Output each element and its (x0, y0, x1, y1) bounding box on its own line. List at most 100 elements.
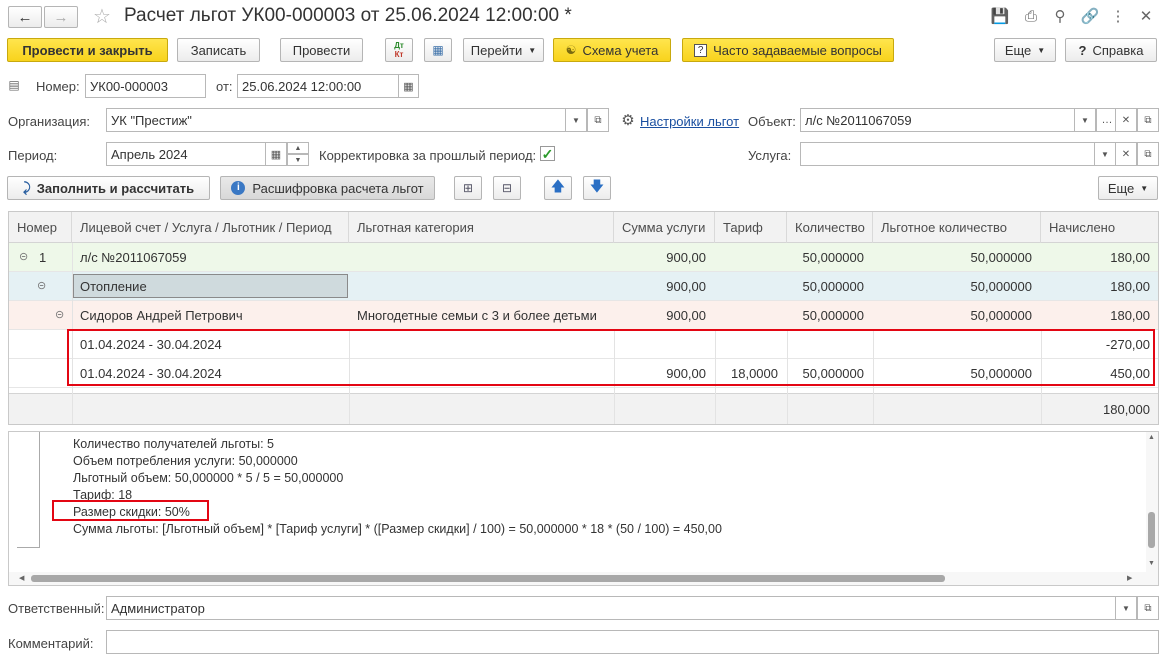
row-category: Многодетные семьи с 3 и более детьми (357, 308, 597, 323)
faq-label: Часто задаваемые вопросы (713, 42, 882, 58)
period-field[interactable]: Апрель 2024 (106, 142, 266, 166)
service-clear-button[interactable]: ✕ (1115, 142, 1137, 166)
col-accrued[interactable]: Начислено (1041, 212, 1158, 243)
col-number[interactable]: Номер (9, 212, 72, 243)
scroll-left-icon[interactable]: ◀ (19, 574, 24, 582)
arrow-left-icon: ← (17, 8, 33, 26)
object-dropdown-button[interactable]: ▼ (1074, 108, 1096, 132)
scroll-down-icon[interactable]: ▼ (1148, 560, 1155, 567)
object-clear-button[interactable]: ✕ (1115, 108, 1137, 132)
period-up-button[interactable]: ▲ (287, 142, 309, 154)
scheme-button[interactable]: ☯ Схема учета (553, 38, 671, 62)
tree-collapse-icon[interactable]: ⊝ (55, 301, 64, 330)
fill-calculate-button[interactable]: ⤸ Заполнить и рассчитать (7, 176, 210, 200)
scroll-right-icon[interactable]: ▶ (1127, 574, 1132, 582)
table-header: Номер Лицевой счет / Услуга / Льготник /… (9, 212, 1158, 243)
col-category[interactable]: Льготная категория (349, 212, 614, 243)
col-account[interactable]: Лицевой счет / Услуга / Льготник / Перио… (72, 212, 349, 243)
chevron-down-icon: ▼ (572, 115, 580, 125)
arrow-down-icon: 🡇 (589, 178, 605, 194)
expand-icon: ⊞ (462, 181, 474, 195)
star-icon[interactable]: ☆ (90, 4, 114, 28)
chevron-down-icon: ▼ (1081, 115, 1089, 125)
help-icon: ? (1078, 42, 1087, 58)
horizontal-scrollbar[interactable]: ◀ ▶ (9, 572, 1158, 585)
caret-up-icon: ▲ (294, 144, 302, 152)
search-icon[interactable]: ⚲ (1050, 6, 1070, 26)
tree-guide (17, 547, 40, 548)
number-label: Номер: (36, 79, 80, 94)
period-calendar-button[interactable]: ▦ (265, 142, 287, 166)
link-icon[interactable]: 🔗 (1080, 6, 1100, 26)
correction-checkbox[interactable]: ✓ (540, 146, 555, 161)
gear-icon[interactable]: ⚙ (619, 111, 637, 129)
date-field[interactable]: 25.06.2024 12:00:00 (237, 74, 399, 98)
date-calendar-button[interactable]: ▦ (398, 74, 419, 98)
decode-label: Расшифровка расчета льгот (252, 180, 424, 196)
table-total: 180,000 (1103, 402, 1150, 417)
window-title: Расчет льгот УК00-000003 от 25.06.2024 1… (124, 5, 572, 26)
service-field[interactable] (800, 142, 1095, 166)
row-name: Сидоров Андрей Петрович (80, 308, 243, 323)
structure-button[interactable]: ▦ (424, 38, 452, 62)
dtkt-button[interactable]: Дт Кт (385, 38, 413, 62)
row-name: Отопление (80, 279, 147, 294)
back-button[interactable]: ← (8, 6, 42, 28)
comment-label: Комментарий: (8, 636, 94, 651)
print-icon[interactable]: ⎙ (1021, 6, 1041, 26)
benefits-table[interactable]: Номер Лицевой счет / Услуга / Льготник /… (8, 211, 1159, 425)
info-icon: i (231, 181, 246, 195)
col-tariff[interactable]: Тариф (715, 212, 787, 243)
caret-down-icon: ▼ (294, 156, 302, 164)
table-more-button[interactable]: Еще ▼ (1098, 176, 1158, 200)
faq-button[interactable]: ? Часто задаваемые вопросы (682, 38, 894, 62)
help-button[interactable]: ? Справка (1065, 38, 1157, 62)
close-icon[interactable]: ✕ (1136, 6, 1156, 26)
object-open-button[interactable]: ⧉ (1137, 108, 1159, 132)
forward-button[interactable]: → (44, 6, 78, 28)
save-button[interactable]: Записать (177, 38, 260, 62)
table-row[interactable]: ⊝ Сидоров Андрей Петрович Многодетные се… (9, 301, 1158, 330)
org-dropdown-button[interactable]: ▼ (565, 108, 587, 132)
responsible-field[interactable]: Администратор (106, 596, 1118, 620)
settings-link[interactable]: Настройки льгот (640, 114, 739, 129)
comment-field[interactable] (106, 630, 1159, 654)
row-accrued: 180,00 (1110, 250, 1150, 265)
tree-guide (39, 432, 40, 547)
table-row[interactable]: ⊝ 1 л/с №2011067059 900,00 50,000000 50,… (9, 243, 1158, 272)
decode-button[interactable]: i Расшифровка расчета льгот (220, 176, 435, 200)
responsible-open-button[interactable]: ⧉ (1137, 596, 1159, 620)
table-row[interactable]: ⊝ Отопление 900,00 50,000000 50,000000 1… (9, 272, 1158, 301)
goto-button[interactable]: Перейти ▼ (463, 38, 544, 62)
tree-collapse-icon[interactable]: ⊝ (19, 243, 28, 272)
vertical-scroll-thumb[interactable] (1148, 512, 1155, 548)
post-button[interactable]: Провести (280, 38, 363, 62)
horizontal-scroll-thumb[interactable] (31, 575, 945, 582)
save-icon[interactable]: 💾 (990, 6, 1010, 26)
row-quantity: 50,000000 (802, 279, 864, 294)
collapse-all-button[interactable]: ⊟ (493, 176, 521, 200)
org-field[interactable]: УК "Престиж" (106, 108, 566, 132)
more-button[interactable]: Еще ▼ (994, 38, 1056, 62)
move-down-button[interactable]: 🡇 (583, 176, 611, 200)
tree-collapse-icon[interactable]: ⊝ (37, 272, 46, 301)
move-up-button[interactable]: 🡅 (544, 176, 572, 200)
open-icon: ⧉ (1144, 602, 1152, 614)
object-field[interactable]: л/с №2011067059 (800, 108, 1075, 132)
service-dropdown-button[interactable]: ▼ (1094, 142, 1116, 166)
expand-all-button[interactable]: ⊞ (454, 176, 482, 200)
number-field[interactable]: УК00-000003 (85, 74, 206, 98)
scroll-up-icon[interactable]: ▲ (1148, 434, 1155, 441)
vertical-scrollbar[interactable]: ▲ ▼ (1146, 432, 1158, 572)
col-benefit-quantity[interactable]: Льготное количество (873, 212, 1041, 243)
service-open-button[interactable]: ⧉ (1137, 142, 1159, 166)
menu-icon[interactable]: ⋮ (1108, 6, 1128, 26)
responsible-dropdown-button[interactable]: ▼ (1115, 596, 1137, 620)
detail-line: Сумма льготы: [Льготный объем] * [Тариф … (73, 522, 722, 536)
correction-label: Корректировка за прошлый период: (319, 148, 537, 163)
org-open-button[interactable]: ⧉ (587, 108, 609, 132)
col-sum[interactable]: Сумма услуги (614, 212, 715, 243)
post-close-button[interactable]: Провести и закрыть (7, 38, 168, 62)
col-quantity[interactable]: Количество (787, 212, 873, 243)
period-down-button[interactable]: ▼ (287, 154, 309, 166)
